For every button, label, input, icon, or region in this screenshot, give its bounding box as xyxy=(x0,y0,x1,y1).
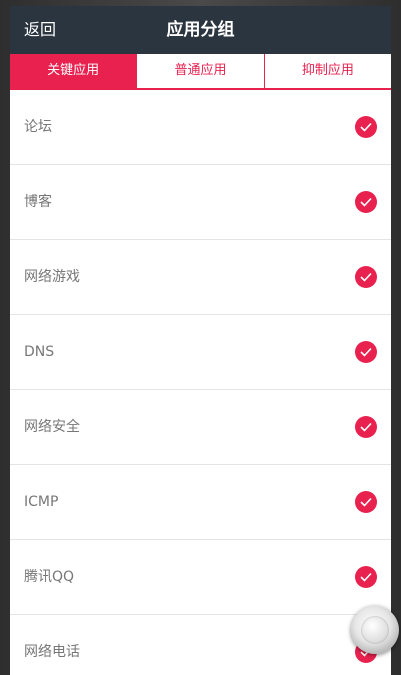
check-circle-icon[interactable] xyxy=(355,491,377,513)
list-item-online-games[interactable]: 网络游戏 xyxy=(10,240,391,315)
list-item-forum[interactable]: 论坛 xyxy=(10,90,391,165)
list-item-label: 博客 xyxy=(24,194,52,210)
page-title: 应用分组 xyxy=(166,20,235,40)
top-bar: 返回 应用分组 xyxy=(10,6,391,54)
app-list: 论坛 博客 网络游戏 DNS 网络安全 ICMP 腾讯QQ 网络电话 xyxy=(10,90,391,675)
list-item-label: DNS xyxy=(24,344,55,360)
list-item-label: 论坛 xyxy=(24,119,52,135)
tab-bar: 关键应用 普通应用 抑制应用 xyxy=(10,54,391,90)
list-item-blog[interactable]: 博客 xyxy=(10,165,391,240)
list-item-label: 网络游戏 xyxy=(24,269,80,285)
check-circle-icon[interactable] xyxy=(355,416,377,438)
check-circle-icon[interactable] xyxy=(355,266,377,288)
list-item-label: 网络安全 xyxy=(24,419,80,435)
list-item-voip[interactable]: 网络电话 xyxy=(10,615,391,675)
list-item-label: 腾讯QQ xyxy=(24,569,75,585)
tab-key-apps[interactable]: 关键应用 xyxy=(10,54,138,88)
list-item-dns[interactable]: DNS xyxy=(10,315,391,390)
list-item-tencent-qq[interactable]: 腾讯QQ xyxy=(10,540,391,615)
list-item-label: ICMP xyxy=(24,494,59,510)
list-item-icmp[interactable]: ICMP xyxy=(10,465,391,540)
app-screen: 返回 应用分组 关键应用 普通应用 抑制应用 论坛 博客 网络游戏 DNS 网络… xyxy=(10,6,391,675)
tab-normal-apps[interactable]: 普通应用 xyxy=(137,54,265,88)
list-item-network-security[interactable]: 网络安全 xyxy=(10,390,391,465)
list-item-label: 网络电话 xyxy=(24,644,80,660)
check-circle-icon[interactable] xyxy=(355,566,377,588)
check-circle-icon[interactable] xyxy=(355,341,377,363)
check-circle-icon[interactable] xyxy=(355,191,377,213)
check-circle-icon[interactable] xyxy=(355,116,377,138)
assistive-touch-icon[interactable] xyxy=(351,606,399,654)
tab-suppressed-apps[interactable]: 抑制应用 xyxy=(265,54,391,88)
